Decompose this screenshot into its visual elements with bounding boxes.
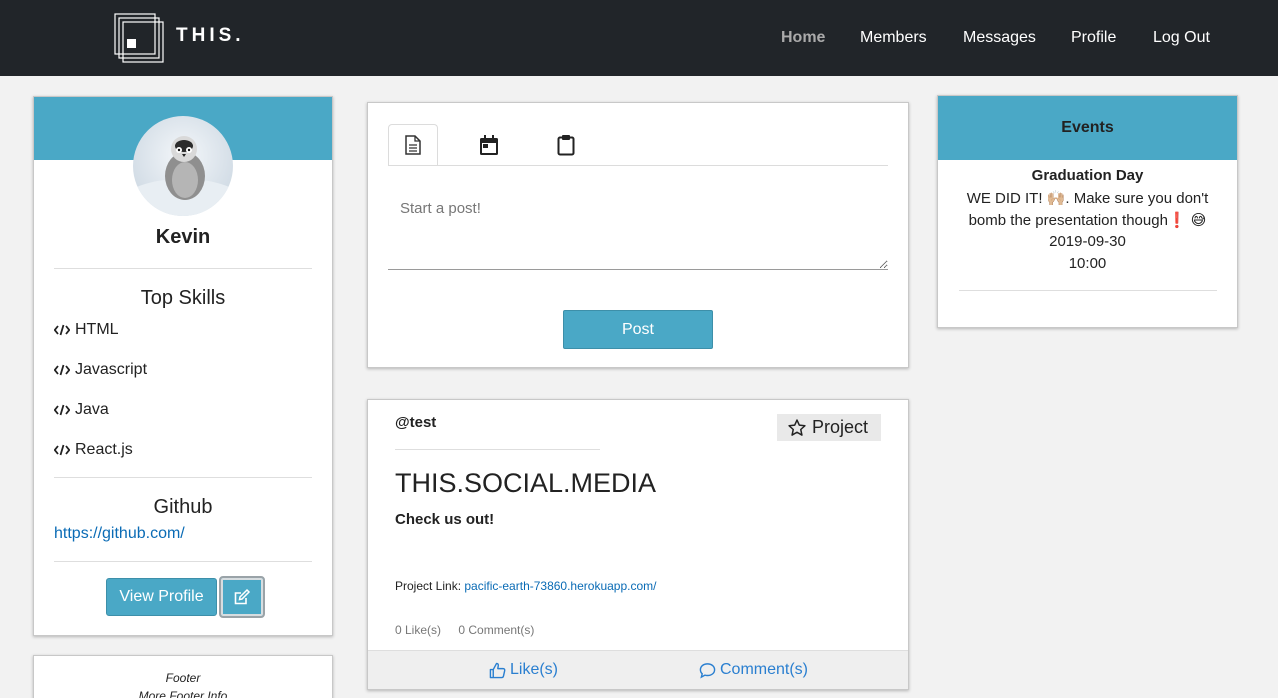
event-date: 2019-09-30: [1049, 233, 1126, 250]
comment-button[interactable]: Comment(s): [699, 661, 808, 679]
calendar-icon: [480, 135, 498, 155]
code-icon: [54, 324, 70, 336]
skill-item: Javascript: [54, 361, 147, 379]
nav-messages[interactable]: Messages: [963, 29, 1036, 47]
github-link[interactable]: https://github.com/: [54, 525, 185, 543]
nav-members[interactable]: Members: [860, 29, 927, 47]
nav-home[interactable]: Home: [781, 29, 825, 47]
tabs-divider: [388, 165, 888, 166]
profile-card: Kevin Top Skills HTML Javascript Java Re…: [33, 96, 333, 636]
project-badge-label: Project: [812, 417, 869, 437]
event-description: bomb the presentation though❗ 😅: [968, 212, 1207, 229]
divider: [54, 561, 312, 562]
brand-name[interactable]: THIS.: [176, 25, 245, 47]
edit-profile-button[interactable]: [219, 576, 265, 618]
nav-logout[interactable]: Log Out: [1153, 29, 1210, 47]
post-actions-bar: Like(s) Comment(s): [368, 650, 908, 689]
post-button[interactable]: Post: [563, 310, 713, 349]
github-title: Github: [153, 496, 213, 518]
star-icon: [788, 418, 806, 436]
feed-post: @test Project THIS.SOCIAL.MEDIA Check us…: [367, 399, 909, 690]
project-link-row: Project Link: pacific-earth-73860.heroku…: [395, 579, 657, 593]
skill-item: React.js: [54, 441, 133, 459]
navbar: THIS. Home Members Messages Profile Log …: [0, 0, 1278, 76]
skill-label: Javascript: [75, 361, 148, 378]
project-badge: Project: [777, 414, 881, 441]
comment-count: 0 Comment(s): [458, 623, 535, 637]
events-header: Events: [938, 96, 1237, 160]
post-textarea[interactable]: [388, 188, 888, 270]
view-profile-button[interactable]: View Profile: [106, 578, 217, 616]
divider: [54, 268, 312, 269]
like-button[interactable]: Like(s): [489, 661, 558, 679]
clipboard-icon: [557, 135, 575, 156]
post-username[interactable]: @test: [395, 414, 436, 431]
project-link[interactable]: pacific-earth-73860.herokuapp.com/: [464, 579, 656, 593]
skill-label: Java: [75, 401, 109, 418]
edit-icon: [234, 588, 251, 605]
skills-title: Top Skills: [140, 287, 226, 309]
events-card: Events Graduation Day WE DID IT! 🙌🏼. Mak…: [937, 95, 1238, 328]
code-icon: [54, 444, 70, 456]
divider: [395, 449, 600, 450]
code-icon: [54, 404, 70, 416]
event-description: WE DID IT! 🙌🏼. Make sure you don't: [966, 190, 1209, 207]
brand-logo-icon[interactable]: [114, 13, 164, 63]
profile-name: Kevin: [155, 226, 211, 248]
code-icon: [54, 364, 70, 376]
skill-label: HTML: [75, 321, 119, 338]
post-body: Check us out!: [395, 511, 495, 528]
footer-text: Footer: [165, 671, 201, 685]
comment-label: Comment(s): [720, 661, 809, 678]
tab-project[interactable]: [541, 124, 591, 166]
document-icon: [405, 135, 421, 155]
divider: [54, 477, 312, 478]
avatar[interactable]: [133, 116, 233, 216]
skill-item: Java: [54, 401, 109, 419]
post-title: THIS.SOCIAL.MEDIA: [395, 468, 657, 498]
footer-card: Footer More Footer Info: [33, 655, 333, 698]
tab-post[interactable]: [388, 124, 438, 166]
like-label: Like(s): [510, 661, 559, 678]
footer-info: More Footer Info: [138, 689, 228, 698]
penguin-avatar-image: [133, 116, 233, 216]
tab-event[interactable]: [464, 124, 514, 166]
post-stats: 0 Like(s) 0 Comment(s): [395, 623, 548, 637]
skill-label: React.js: [75, 441, 133, 458]
project-link-label: Project Link:: [395, 579, 465, 593]
divider: [959, 290, 1217, 291]
thumbs-up-icon: [489, 662, 506, 678]
nav-profile[interactable]: Profile: [1071, 29, 1116, 47]
event-time: 10:00: [1068, 255, 1107, 272]
comment-icon: [699, 662, 716, 679]
skill-item: HTML: [54, 321, 119, 339]
like-count: 0 Like(s): [395, 623, 442, 637]
post-composer: Post: [367, 102, 909, 368]
event-title[interactable]: Graduation Day: [938, 167, 1237, 184]
